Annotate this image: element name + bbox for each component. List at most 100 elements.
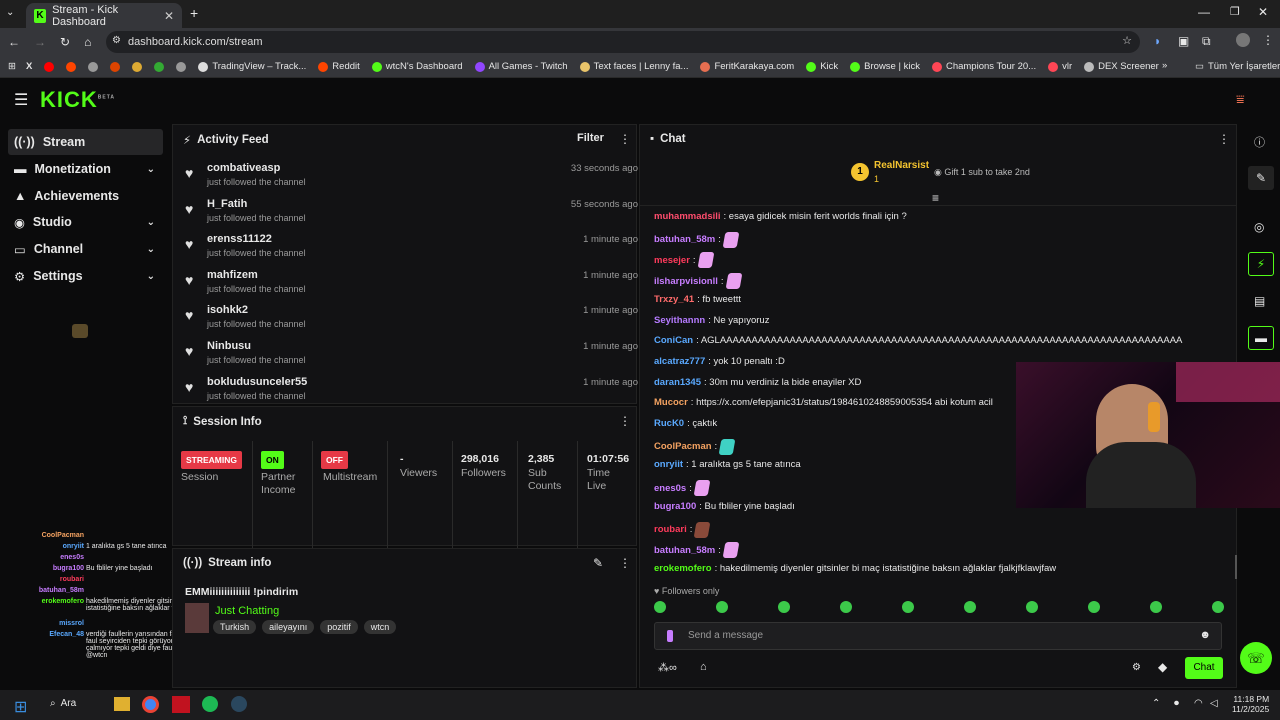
chat-username[interactable]: batuhan_58m [654, 545, 715, 556]
quick-emote-icon[interactable] [654, 601, 666, 613]
quick-emote-icon[interactable] [902, 601, 914, 613]
quick-emote-icon[interactable] [840, 601, 852, 613]
hamburger-menu-icon[interactable]: ☰ [14, 90, 28, 110]
edit-pencil-icon[interactable]: ✎ [593, 556, 603, 570]
taskbar-search[interactable]: ⌕ Ara [50, 698, 76, 709]
g-icon[interactable] [132, 61, 143, 72]
bookmark-10[interactable]: DEX Screener [1084, 61, 1159, 72]
sidebar-item-settings[interactable]: ⚙ Settings ⌄ [8, 263, 163, 289]
bookmark-5[interactable]: FeritKarakaya.com [700, 61, 794, 72]
chrome-icon[interactable] [142, 696, 159, 713]
quick-emote-icon[interactable] [716, 601, 728, 613]
more-bookmarks-icon[interactable]: » [1162, 60, 1167, 71]
menu-kebab-icon[interactable]: ⋮ [1262, 33, 1274, 47]
address-input[interactable]: ⚙ dashboard.kick.com/stream ☆ [106, 31, 1140, 53]
chat-username[interactable]: Mucocr [654, 397, 688, 408]
chat-username[interactable]: erokemofero [654, 563, 712, 574]
tab-list-icon[interactable]: ⌄ [6, 7, 14, 18]
chat-settings-gear-icon[interactable]: ⚙ [1132, 662, 1141, 673]
network-icon[interactable]: ◠ [1194, 698, 1203, 709]
extensions-puzzle-icon[interactable]: ⧉ [1202, 34, 1211, 49]
sidebar-item-studio[interactable]: ◉ Studio ⌄ [8, 209, 163, 235]
user-avatar[interactable]: ⩸ [1236, 92, 1252, 106]
quick-emote-icon[interactable] [778, 601, 790, 613]
camera-icon[interactable]: ◎ [1254, 220, 1264, 234]
bookmark-8[interactable]: Champions Tour 20... [931, 61, 1036, 72]
quick-emote-icon[interactable] [1150, 601, 1162, 613]
mic-icon[interactable]: ⏺ [1174, 698, 1179, 709]
spotify-icon[interactable] [202, 696, 218, 712]
clipboard-icon[interactable]: ▤ [1254, 294, 1265, 308]
close-window-icon[interactable]: ✕ [1258, 5, 1268, 19]
chat-username[interactable]: bugra100 [654, 501, 696, 512]
top-gifter-name[interactable]: RealNarsist [874, 160, 929, 171]
follower-name[interactable]: mahfizem [207, 269, 258, 281]
chat-send-button[interactable]: Chat [1185, 657, 1223, 679]
bookmark-2[interactable]: wtcN's Dashboard [371, 61, 463, 72]
sidebar-item-channel[interactable]: ▭ Channel ⌄ [8, 236, 163, 262]
kebab-icon[interactable]: ⋮ [619, 414, 631, 428]
bookmark-star-icon[interactable]: ☆ [1122, 34, 1132, 47]
quick-emote-icon[interactable] [1212, 601, 1224, 613]
new-tab-icon[interactable]: + [190, 5, 198, 21]
windows-start-icon[interactable]: ⊞ [14, 697, 27, 717]
chat-username[interactable]: roubari [654, 524, 687, 535]
category-link[interactable]: Just Chatting [215, 605, 279, 617]
home-icon[interactable]: ⌂ [84, 35, 91, 49]
follower-name[interactable]: erenss11122 [207, 233, 272, 245]
globe2-icon[interactable] [176, 61, 187, 72]
minimize-icon[interactable]: — [1198, 5, 1210, 19]
globe-icon[interactable] [88, 61, 99, 72]
bookmark-0[interactable]: TradingView – Track... [198, 61, 306, 72]
chat-username[interactable]: daran1345 [654, 377, 701, 388]
browser-tab[interactable]: K Stream - Kick Dashboard ✕ [26, 3, 182, 28]
chat-username[interactable]: CoolPacman [654, 441, 712, 452]
all-bookmarks[interactable]: ▭ Tüm Yer İşaretleri [1195, 61, 1280, 72]
back-icon[interactable]: ← [8, 35, 20, 49]
tag[interactable]: Turkish [213, 620, 257, 634]
kebab-icon[interactable]: ⋮ [619, 556, 631, 570]
bookmark-1[interactable]: Reddit [318, 61, 360, 72]
follower-name[interactable]: isohkk2 [207, 304, 248, 316]
chat-username[interactable]: RucK0 [654, 418, 684, 429]
chat-username[interactable]: Seyithannn [654, 315, 705, 326]
tray-chevron-icon[interactable]: ⌃ [1152, 698, 1160, 709]
youtube-icon[interactable] [44, 61, 55, 72]
info-icon[interactable]: ⓘ [1254, 134, 1265, 150]
follower-name[interactable]: H_Fatih [207, 198, 247, 210]
sidebar-item-monetization[interactable]: ▬ Monetization ⌄ [8, 156, 163, 182]
leaf-icon[interactable] [154, 61, 165, 72]
app-icon[interactable] [172, 696, 190, 713]
volume-icon[interactable]: ◁ [1210, 698, 1218, 709]
sidebar-item-stream[interactable]: ((·)) Stream [8, 129, 163, 155]
support-bubble-icon[interactable]: ☏ [1240, 642, 1272, 674]
bookmark-7[interactable]: Browse | kick [850, 61, 920, 72]
gift-sub-hint[interactable]: ◉ Gift 1 sub to take 2nd [934, 167, 1030, 178]
reload-icon[interactable]: ↻ [60, 35, 70, 49]
bookmark-9[interactable]: vlr [1048, 61, 1072, 72]
chat-username[interactable]: onryiit [654, 459, 683, 470]
cast-icon[interactable]: ▣ [1178, 34, 1189, 48]
follower-name[interactable]: bokludusunceler55 [207, 376, 307, 388]
chat-username[interactable]: enes0s [654, 483, 686, 494]
chat-username[interactable]: mesejer [654, 255, 690, 266]
clock[interactable]: 11:18 PM 11/2/2025 [1232, 694, 1269, 714]
apps-grid-icon[interactable]: ⊞ [8, 61, 16, 72]
steam-icon[interactable] [231, 696, 247, 712]
filter-button[interactable]: Filter [577, 132, 604, 144]
profile-avatar[interactable] [1236, 33, 1250, 47]
sidebar-item-achievements[interactable]: ▲ Achievements [8, 183, 163, 209]
quick-emote-icon[interactable] [1088, 601, 1100, 613]
quick-emote-icon[interactable] [964, 601, 976, 613]
kebab-icon[interactable]: ⋮ [1218, 132, 1230, 146]
y-icon[interactable] [110, 61, 121, 72]
chat-username[interactable]: ConiCan [654, 335, 693, 346]
follower-name[interactable]: combativeasp [207, 162, 280, 174]
kebab-icon[interactable]: ⋮ [619, 132, 631, 146]
collapse-icon[interactable]: ≡ [932, 191, 939, 205]
gift-emote-icon[interactable]: ◆ [1158, 660, 1167, 674]
tag[interactable]: wtcn [363, 620, 397, 634]
kick-logo[interactable]: KICKBETA [40, 87, 115, 113]
tag[interactable]: aileyayını [262, 620, 315, 634]
chat-username[interactable]: ilsharpvisionll [654, 276, 718, 287]
